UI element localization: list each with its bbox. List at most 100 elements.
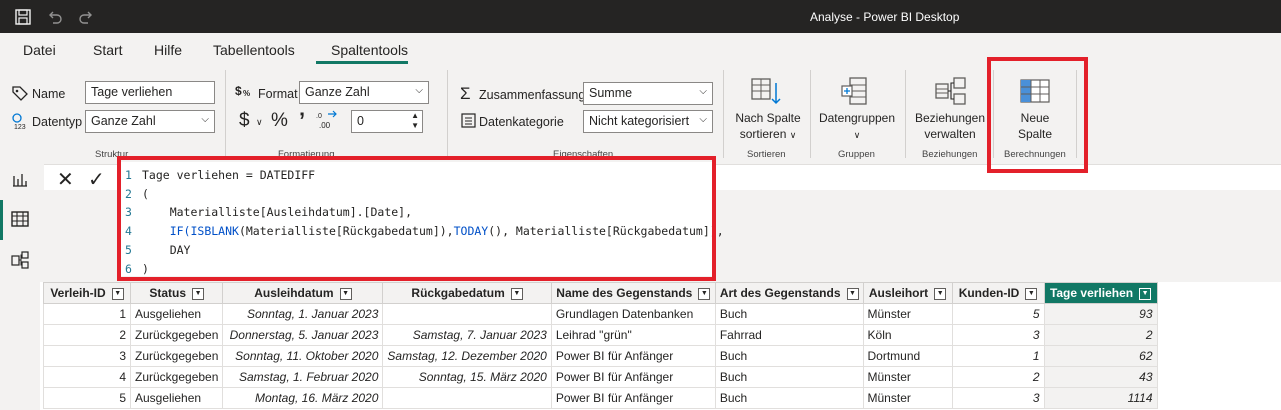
filter-dropdown-icon[interactable]: ▼ <box>846 287 859 300</box>
table-cell[interactable]: Zurückgegeben <box>129 366 224 388</box>
report-view-icon[interactable] <box>12 172 28 188</box>
tab-spaltentools[interactable]: Spaltentools <box>331 42 408 58</box>
table-cell[interactable]: Power BI für Anfänger <box>550 387 716 409</box>
table-row[interactable]: 1 Ausgeliehen Sonntag, 1. Januar 2023 Grund… <box>43 303 1158 325</box>
currency-button[interactable]: $ <box>239 110 250 132</box>
table-cell[interactable]: Köln <box>862 324 953 346</box>
table-cell[interactable] <box>382 303 552 325</box>
column-header-name-gegenstand[interactable]: Name des Gegenstands ▼ <box>550 282 716 304</box>
format-select[interactable]: Ganze Zahl ⌵ <box>299 81 429 104</box>
table-cell[interactable]: Donnerstag, 5. Januar 2023 <box>222 324 384 346</box>
table-cell[interactable]: Fahrrad <box>714 324 864 346</box>
table-cell[interactable]: 5 <box>951 303 1045 325</box>
cancel-formula-icon[interactable]: ✕ <box>57 167 74 192</box>
manage-relationships-button[interactable]: Beziehungen verwalten <box>907 110 993 142</box>
table-cell[interactable]: Power BI für Anfänger <box>550 345 716 367</box>
tab-tabellentools[interactable]: Tabellentools <box>213 42 295 58</box>
filter-dropdown-icon[interactable]: ▼ <box>510 287 523 300</box>
table-cell[interactable]: 1114 <box>1043 387 1158 409</box>
model-view-icon[interactable] <box>11 251 29 269</box>
datentyp-select[interactable]: Ganze Zahl ⌵ <box>85 110 215 133</box>
datenkategorie-select[interactable]: Nicht kategorisiert ⌵ <box>583 110 713 133</box>
column-header-ausleihdatum[interactable]: Ausleihdatum ▼ <box>222 282 384 304</box>
name-input[interactable]: Tage verliehen <box>85 81 215 104</box>
table-cell[interactable]: Münster <box>862 366 953 388</box>
table-cell[interactable]: 1 <box>951 345 1045 367</box>
table-cell[interactable]: Münster <box>862 303 953 325</box>
table-cell[interactable]: 3 <box>951 387 1045 409</box>
table-row[interactable]: 4 Zurückgegeben Samstag, 1. Februar 2020 So… <box>43 366 1158 388</box>
table-cell[interactable]: Grundlagen Datenbanken <box>550 303 716 325</box>
table-row[interactable]: 5 Ausgeliehen Montag, 16. März 2020 Power B… <box>43 387 1158 409</box>
table-cell[interactable]: 2 <box>951 366 1045 388</box>
filter-dropdown-icon[interactable]: ▼ <box>1025 287 1038 300</box>
table-cell[interactable]: Ausgeliehen <box>129 303 224 325</box>
table-cell[interactable]: Sonntag, 15. März 2020 <box>382 366 552 388</box>
highlight-new-column-box <box>987 57 1088 173</box>
table-cell[interactable]: Ausgeliehen <box>129 387 224 409</box>
active-tab-underline <box>316 61 408 64</box>
table-cell[interactable]: Buch <box>714 303 864 325</box>
table-cell[interactable]: 93 <box>1043 303 1158 325</box>
table-cell[interactable]: 5 <box>43 387 131 409</box>
filter-dropdown-icon[interactable]: ▼ <box>339 287 352 300</box>
table-cell[interactable]: 3 <box>951 324 1045 346</box>
comma-button[interactable]: ’ <box>299 108 305 134</box>
table-cell[interactable]: Leihrad "grün" <box>550 324 716 346</box>
table-cell[interactable]: 2 <box>43 324 131 346</box>
table-cell[interactable]: 62 <box>1043 345 1158 367</box>
column-header-tage-verliehen[interactable]: Tage verliehen ▼ <box>1043 282 1158 304</box>
zusammenfassung-select[interactable]: Summe ⌵ <box>583 82 713 105</box>
column-header-rueckgabedatum[interactable]: Rückgabedatum ▼ <box>382 282 552 304</box>
table-cell[interactable] <box>382 387 552 409</box>
table-cell[interactable]: Zurückgegeben <box>129 345 224 367</box>
table-cell[interactable]: Montag, 16. März 2020 <box>222 387 384 409</box>
decimal-stepper[interactable]: 0 ▲ ▼ <box>351 110 423 133</box>
tab-hilfe[interactable]: Hilfe <box>154 42 182 58</box>
column-header-ausleihort[interactable]: Ausleihort ▼ <box>862 282 953 304</box>
table-cell[interactable]: 1 <box>43 303 131 325</box>
table-cell[interactable]: 4 <box>43 366 131 388</box>
tab-start[interactable]: Start <box>93 42 123 58</box>
tab-datei[interactable]: Datei <box>23 42 56 58</box>
table-cell[interactable]: 43 <box>1043 366 1158 388</box>
filter-dropdown-icon[interactable]: ▼ <box>934 287 947 300</box>
filter-dropdown-icon[interactable]: ▼ <box>1139 287 1152 300</box>
active-view-indicator <box>0 200 3 240</box>
table-cell[interactable]: Samstag, 7. Januar 2023 <box>382 324 552 346</box>
filter-dropdown-icon[interactable]: ▼ <box>698 287 711 300</box>
table-cell[interactable]: Samstag, 1. Februar 2020 <box>222 366 384 388</box>
commit-formula-icon[interactable]: ✓ <box>88 167 105 192</box>
save-icon[interactable] <box>14 8 32 26</box>
column-header-verleih-id[interactable]: Verleih-ID ▼ <box>43 282 131 304</box>
table-cell[interactable]: Zurückgegeben <box>129 324 224 346</box>
percent-button[interactable]: % <box>271 110 288 132</box>
table-cell[interactable]: Samstag, 12. Dezember 2020 <box>382 345 552 367</box>
table-cell[interactable]: Sonntag, 11. Oktober 2020 <box>222 345 384 367</box>
table-row[interactable]: 2 Zurückgegeben Donnerstag, 5. Januar 2023… <box>43 324 1158 346</box>
ribbon-tabs: Datei Start Hilfe Tabellentools Spaltent… <box>0 33 1281 65</box>
table-cell[interactable]: 2 <box>1043 324 1158 346</box>
table-cell[interactable]: Münster <box>862 387 953 409</box>
chevron-down-icon[interactable]: ∨ <box>256 117 263 128</box>
sort-by-column-icon <box>751 78 781 105</box>
table-cell[interactable]: Buch <box>714 366 864 388</box>
decimal-places-icon[interactable]: .0.00 <box>315 110 339 130</box>
sort-by-column-button[interactable]: Nach Spalte sortieren ∨ <box>728 110 808 143</box>
filter-dropdown-icon[interactable]: ▼ <box>192 287 205 300</box>
column-header-art-gegenstand[interactable]: Art des Gegenstands ▼ <box>714 282 864 304</box>
table-cell[interactable]: Sonntag, 1. Januar 2023 <box>222 303 384 325</box>
column-header-status[interactable]: Status ▼ <box>129 282 224 304</box>
table-cell[interactable]: Dortmund <box>862 345 953 367</box>
data-groups-button[interactable]: Datengruppen ∨ <box>812 110 902 143</box>
table-cell[interactable]: Power BI für Anfänger <box>550 366 716 388</box>
column-header-kunden-id[interactable]: Kunden-ID ▼ <box>951 282 1045 304</box>
table-cell[interactable]: Buch <box>714 387 864 409</box>
table-row[interactable]: 3 Zurückgegeben Sonntag, 11. Oktober 2020 S… <box>43 345 1158 367</box>
undo-icon[interactable] <box>46 8 64 26</box>
table-cell[interactable]: 3 <box>43 345 131 367</box>
redo-icon[interactable] <box>77 8 95 26</box>
table-view-icon[interactable] <box>11 211 29 227</box>
table-cell[interactable]: Buch <box>714 345 864 367</box>
filter-dropdown-icon[interactable]: ▼ <box>111 287 124 300</box>
